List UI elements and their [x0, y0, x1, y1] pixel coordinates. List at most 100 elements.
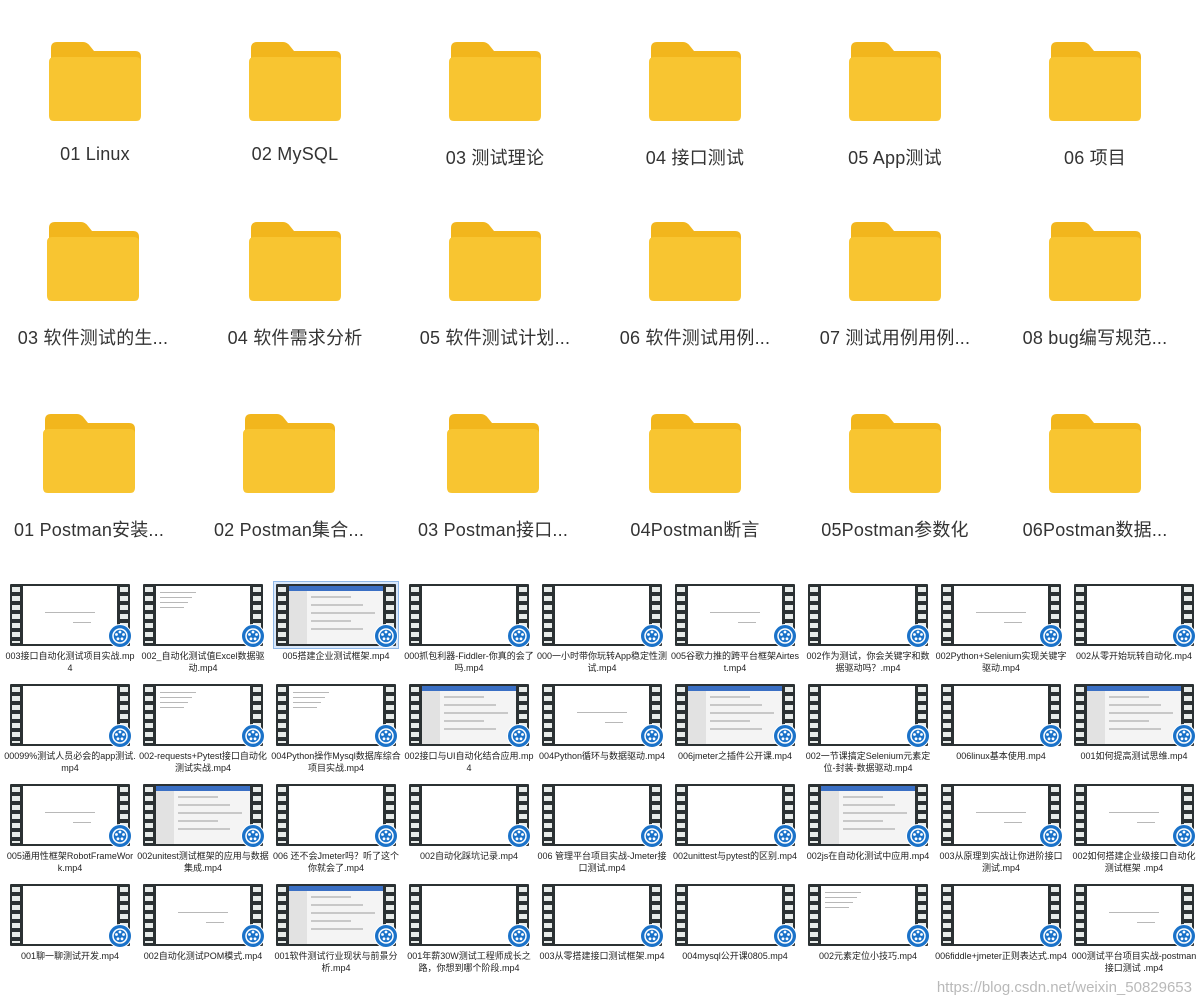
- video-file-item[interactable]: 002元素定位小技巧.mp4: [806, 882, 930, 982]
- folder-icon: [239, 410, 339, 500]
- video-file-item[interactable]: 002自动化测试POM模式.mp4: [141, 882, 265, 982]
- video-file-item[interactable]: 002unitest测试框架的应用与数据集成.mp4: [137, 782, 269, 882]
- video-thumbnail-frame: [156, 886, 250, 944]
- video-thumbnail: [1072, 782, 1196, 848]
- video-file-item[interactable]: 006 还不会Jmeter吗？听了这个你就会了.mp4: [273, 782, 399, 882]
- folder-item[interactable]: 03 Postman接口...: [398, 410, 588, 570]
- film-reel-icon: [1172, 924, 1196, 948]
- folder-label: 05 App测试: [848, 148, 942, 168]
- folder-item[interactable]: 05 App测试: [800, 38, 990, 198]
- folder-icon: [445, 38, 545, 128]
- video-file-item[interactable]: 000抓包利器-Fiddler-你真的会了吗.mp4: [404, 582, 534, 682]
- video-file-item[interactable]: 002如何搭建企业级接口自动化测试框架 .mp4: [1072, 782, 1196, 882]
- folder-item[interactable]: 08 bug编写规范...: [1000, 218, 1190, 378]
- video-file-item[interactable]: 001如何提高测试思维.mp4: [1072, 682, 1196, 782]
- video-file-name: 003从零搭建接口测试框架.mp4: [539, 951, 665, 961]
- video-thumbnail-frame: [422, 886, 516, 944]
- folder-item[interactable]: 02 MySQL: [200, 38, 390, 198]
- video-file-name: 002自动化测试POM模式.mp4: [143, 951, 263, 961]
- video-file-item[interactable]: 005搭建企业测试框架.mp4: [273, 581, 399, 682]
- video-file-item[interactable]: 002-requests+Pytest接口自动化测试实战.mp4: [139, 682, 267, 782]
- video-file-item[interactable]: 002一节课搞定Selenium元素定位-封装-数据驱动.mp4: [806, 682, 930, 782]
- film-holes: [12, 587, 20, 643]
- video-file-item[interactable]: 002接口与UI自动化结合应用.mp4: [404, 682, 534, 782]
- video-file-name: 001年薪30W测试工程师成长之路，你想到哪个阶段.mp4: [407, 951, 531, 973]
- film-holes: [1076, 887, 1084, 943]
- video-file-item[interactable]: 005谷歌力推的跨平台框架Airtest.mp4: [671, 582, 799, 682]
- folder-item[interactable]: 03 测试理论: [400, 38, 590, 198]
- folder-item[interactable]: 01 Linux: [0, 38, 190, 198]
- video-file-item[interactable]: 004mysql公开课0805.mp4: [673, 882, 797, 982]
- video-file-item[interactable]: 002Python+Selenium实现关键字驱动.mp4: [936, 582, 1066, 682]
- folder-icon: [445, 218, 545, 308]
- film-reel-icon: [1039, 924, 1063, 948]
- video-file-item[interactable]: 002js在自动化测试中应用.mp4: [806, 782, 930, 882]
- film-holes: [1076, 687, 1084, 743]
- video-file-name: 006 管理平台项目实战-Jmeter接口测试.mp4: [537, 851, 667, 873]
- video-file-item[interactable]: 006jmeter之插件公开课.mp4: [673, 682, 797, 782]
- video-thumbnail-frame: [422, 586, 516, 644]
- video-file-name: 002作为测试，你会关键字和数据驱动吗？.mp4: [806, 651, 930, 673]
- video-file-item[interactable]: 006fiddle+jmeter正则表达式.mp4: [935, 882, 1067, 982]
- folder-item[interactable]: 05 软件测试计划...: [400, 218, 590, 378]
- video-file-name: 002unitest测试框架的应用与数据集成.mp4: [137, 851, 269, 873]
- video-file-name: 002元素定位小技巧.mp4: [818, 951, 918, 961]
- folder-item[interactable]: 07 测试用例用例...: [800, 218, 990, 378]
- folder-item[interactable]: 06 软件测试用例...: [600, 218, 790, 378]
- video-file-item[interactable]: 000测试平台项目实战-postman接口测试 .mp4: [1072, 882, 1196, 982]
- video-file-item[interactable]: 003从原理到实战让你进阶接口测试.mp4: [939, 782, 1063, 882]
- video-file-item[interactable]: 002从零开始玩转自动化.mp4: [1072, 582, 1196, 682]
- film-reel-icon: [1039, 724, 1063, 748]
- folder-item[interactable]: 03 软件测试的生...: [0, 218, 188, 378]
- folder-item[interactable]: 06Postman数据...: [1000, 410, 1190, 570]
- folder-item[interactable]: 04 软件需求分析: [200, 218, 390, 378]
- video-thumbnail: [540, 782, 664, 848]
- folder-item[interactable]: 01 Postman安装...: [0, 410, 184, 570]
- video-thumbnail-frame: [1087, 886, 1181, 944]
- video-file-item[interactable]: 002自动化踩坑记录.mp4: [407, 782, 531, 882]
- video-file-item[interactable]: 003接口自动化测试项目实战.mp4: [5, 582, 135, 682]
- film-holes: [12, 687, 20, 743]
- video-file-item[interactable]: 003从零搭建接口测试框架.mp4: [539, 882, 665, 982]
- video-file-item[interactable]: 004Python操作Mysql数据库综合项目实战.mp4: [271, 682, 401, 782]
- video-file-item[interactable]: 001软件测试行业现状与前景分析.mp4: [274, 882, 398, 982]
- film-holes: [943, 787, 951, 843]
- film-holes: [145, 587, 153, 643]
- video-file-item[interactable]: 001年薪30W测试工程师成长之路，你想到哪个阶段.mp4: [407, 882, 531, 982]
- video-thumbnail: [141, 682, 265, 748]
- video-file-item[interactable]: 001聊一聊测试开发.mp4: [8, 882, 132, 982]
- film-reel-icon: [374, 924, 398, 948]
- video-thumbnail-frame: [1087, 586, 1181, 644]
- folder-item[interactable]: 06 项目: [1000, 38, 1190, 198]
- video-thumbnail-frame: [688, 586, 782, 644]
- folder-label: 06 项目: [1063, 148, 1127, 168]
- video-thumbnail-frame: [555, 586, 649, 644]
- video-file-name: 002_自动化测试值Excel数据驱动.mp4: [141, 651, 265, 673]
- video-thumbnail-frame: [555, 786, 649, 844]
- film-holes: [1076, 587, 1084, 643]
- video-file-item[interactable]: 002作为测试，你会关键字和数据驱动吗？.mp4: [806, 582, 930, 682]
- video-thumbnail: [8, 582, 132, 648]
- video-file-item[interactable]: 004Python循环与数据驱动.mp4: [539, 682, 665, 782]
- video-file-name: 000测试平台项目实战-postman接口测试 .mp4: [1071, 951, 1197, 973]
- folder-item[interactable]: 02 Postman集合...: [194, 410, 384, 570]
- video-thumbnail: [540, 582, 664, 648]
- video-file-name: 005通用性框架RobotFrameWork.mp4: [6, 851, 134, 873]
- video-file-item[interactable]: 005通用性框架RobotFrameWork.mp4: [7, 782, 133, 882]
- video-file-item[interactable]: 006linux基本使用.mp4: [939, 682, 1063, 782]
- video-file-item[interactable]: 002unittest与pytest的区别.mp4: [673, 782, 797, 882]
- video-file-name: 002js在自动化测试中应用.mp4: [806, 851, 930, 861]
- video-thumbnail-frame: [156, 786, 250, 844]
- film-reel-icon: [108, 824, 132, 848]
- video-file-item[interactable]: 006 管理平台项目实战-Jmeter接口测试.mp4: [537, 782, 667, 882]
- folder-item[interactable]: 04Postman断言: [600, 410, 790, 570]
- video-thumbnail: [1072, 882, 1196, 948]
- video-file-item[interactable]: 00099%测试人员必会的app测试.mp4: [4, 682, 136, 782]
- folder-item[interactable]: 05Postman参数化: [800, 410, 990, 570]
- folder-item[interactable]: 04 接口测试: [600, 38, 790, 198]
- film-reel-icon: [640, 624, 664, 648]
- video-file-item[interactable]: 000一小时带你玩转App稳定性测试.mp4: [537, 582, 667, 682]
- video-file-name: 002如何搭建企业级接口自动化测试框架 .mp4: [1072, 851, 1196, 873]
- video-file-item[interactable]: 002_自动化测试值Excel数据驱动.mp4: [141, 582, 265, 682]
- video-file-name: 003接口自动化测试项目实战.mp4: [5, 651, 135, 673]
